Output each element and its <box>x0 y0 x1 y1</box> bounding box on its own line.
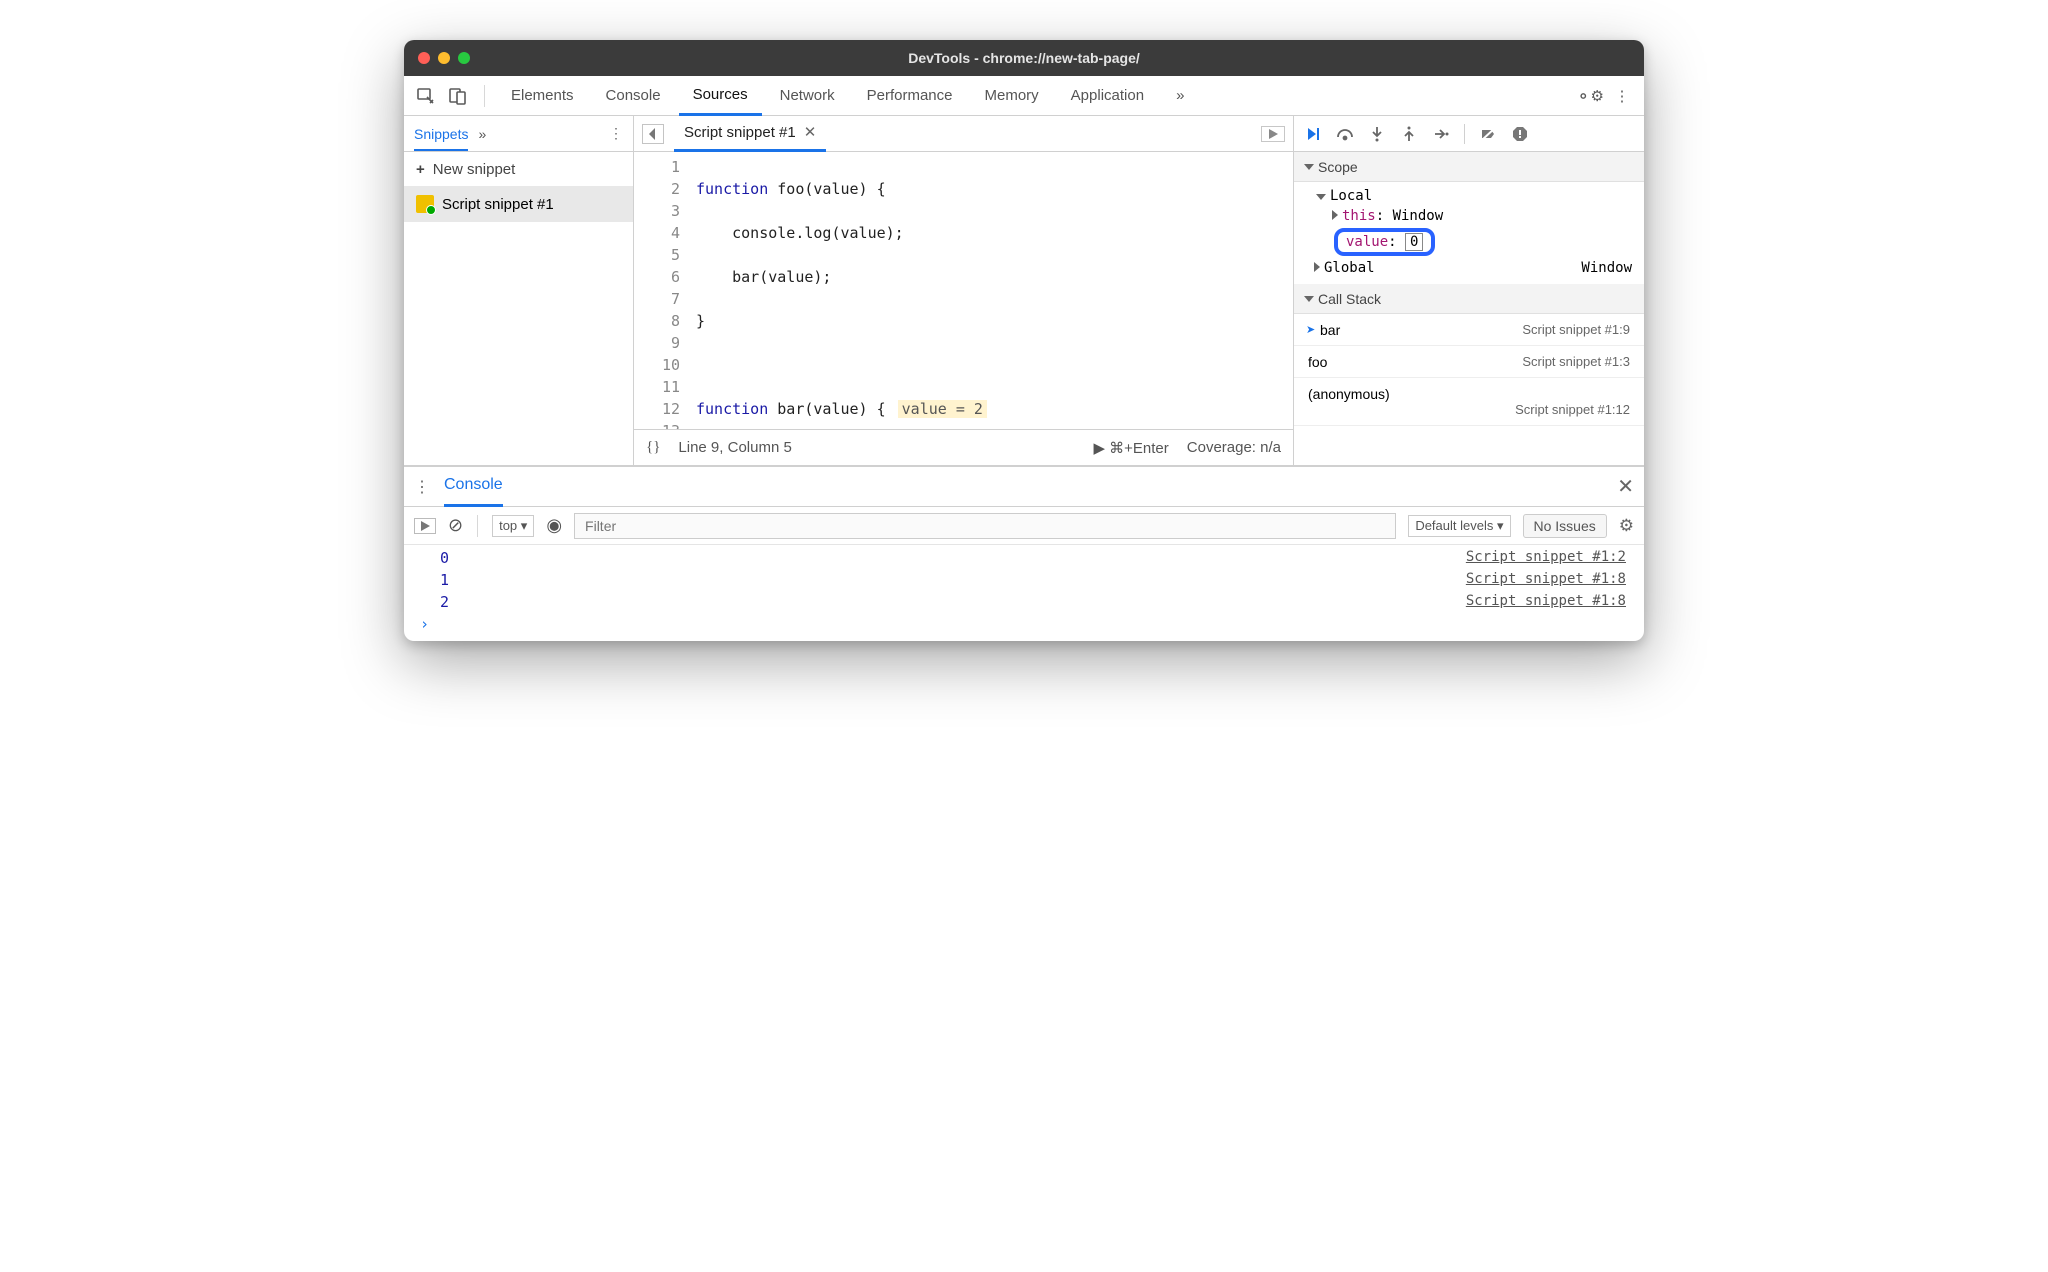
inspect-element-icon[interactable] <box>412 82 440 110</box>
close-window-icon[interactable] <box>418 52 430 64</box>
resume-icon[interactable] <box>1302 123 1324 145</box>
scope-local[interactable]: Local <box>1304 186 1644 206</box>
step-into-icon[interactable] <box>1366 123 1388 145</box>
issues-button[interactable]: No Issues <box>1523 514 1607 538</box>
editor-tab-label: Script snippet #1 <box>684 124 796 141</box>
tab-sources[interactable]: Sources <box>679 76 762 116</box>
live-expression-icon[interactable]: ◉ <box>546 515 562 536</box>
kebab-menu-icon[interactable]: ⋮ <box>1608 82 1636 110</box>
value-input[interactable]: 0 <box>1405 233 1423 251</box>
tab-memory[interactable]: Memory <box>971 76 1053 116</box>
editor-statusbar: {} Line 9, Column 5 ▶ ⌘+Enter Coverage: … <box>634 429 1293 465</box>
console-prompt[interactable]: › <box>404 613 1644 635</box>
log-levels-selector[interactable]: Default levels ▾ <box>1408 515 1510 537</box>
console-toolbar: ⊘ top ▾ ◉ Default levels ▾ No Issues ⚙ <box>404 507 1644 545</box>
new-snippet-label: New snippet <box>433 161 516 178</box>
run-snippet-icon[interactable] <box>1261 126 1285 142</box>
clear-console-icon[interactable]: ⊘ <box>448 515 463 536</box>
tab-performance[interactable]: Performance <box>853 76 967 116</box>
scope-value-row[interactable]: value: 0 <box>1304 226 1644 258</box>
drawer-tab-console[interactable]: Console <box>444 467 503 507</box>
context-selector[interactable]: top ▾ <box>492 515 534 537</box>
scope-body: Local this: Window value: 0 Global Windo… <box>1294 182 1644 284</box>
run-hint: ▶ ⌘+Enter <box>1093 439 1168 457</box>
editor-tab-close-icon[interactable]: ✕ <box>804 123 817 141</box>
minimize-window-icon[interactable] <box>438 52 450 64</box>
step-out-icon[interactable] <box>1398 123 1420 145</box>
navigator-tabs: Snippets » ⋮ <box>404 116 633 152</box>
console-settings-icon[interactable]: ⚙ <box>1619 516 1634 536</box>
pause-exceptions-icon[interactable] <box>1509 123 1531 145</box>
devtools-window: DevTools - chrome://new-tab-page/ Elemen… <box>404 40 1644 641</box>
scope-global[interactable]: Global Window <box>1304 258 1644 280</box>
sources-panels: Snippets » ⋮ + New snippet Script snippe… <box>404 116 1644 466</box>
console-filter-input[interactable] <box>574 513 1396 539</box>
drawer-menu-icon[interactable]: ⋮ <box>414 477 430 497</box>
window-title: DevTools - chrome://new-tab-page/ <box>404 50 1644 66</box>
pretty-print-icon[interactable]: {} <box>646 439 660 456</box>
tab-network[interactable]: Network <box>766 76 849 116</box>
stack-frame[interactable]: bar Script snippet #1:9 <box>1294 314 1644 346</box>
code-editor[interactable]: 12345678910111213 function foo(value) { … <box>634 152 1293 429</box>
scope-head[interactable]: Scope <box>1294 152 1644 182</box>
drawer-tabs: ⋮ Console ✕ <box>404 467 1644 507</box>
main-toolbar: Elements Console Sources Network Perform… <box>404 76 1644 116</box>
device-toggle-icon[interactable] <box>444 82 472 110</box>
snippet-file-icon <box>416 195 434 213</box>
console-sidebar-toggle-icon[interactable] <box>414 518 436 534</box>
navigator-tab-snippets[interactable]: Snippets <box>414 126 468 151</box>
navigator-overflow-icon[interactable]: » <box>478 126 486 142</box>
callstack-head[interactable]: Call Stack <box>1294 284 1644 314</box>
log-source-link[interactable]: Script snippet #1:8 <box>1466 593 1626 611</box>
stack-frame[interactable]: (anonymous) Script snippet #1:12 <box>1294 378 1644 426</box>
line-gutter: 12345678910111213 <box>634 152 690 429</box>
snippet-name: Script snippet #1 <box>442 196 554 213</box>
snippet-list-item[interactable]: Script snippet #1 <box>404 186 633 222</box>
nav-back-icon[interactable] <box>642 124 664 144</box>
editor-tab[interactable]: Script snippet #1 ✕ <box>674 116 826 152</box>
tab-application[interactable]: Application <box>1057 76 1158 116</box>
console-log-row[interactable]: 2 Script snippet #1:8 <box>404 591 1644 613</box>
debugger-toolbar <box>1294 116 1644 152</box>
cursor-position: Line 9, Column 5 <box>678 439 791 456</box>
editor-tabbar: Script snippet #1 ✕ <box>634 116 1293 152</box>
tab-console[interactable]: Console <box>592 76 675 116</box>
coverage-status: Coverage: n/a <box>1187 439 1281 456</box>
code-body[interactable]: function foo(value) { console.log(value)… <box>690 152 1293 429</box>
navigator-pane: Snippets » ⋮ + New snippet Script snippe… <box>404 116 634 465</box>
stack-frame[interactable]: foo Script snippet #1:3 <box>1294 346 1644 378</box>
tabs-overflow-icon[interactable]: » <box>1162 76 1198 116</box>
log-source-link[interactable]: Script snippet #1:8 <box>1466 571 1626 589</box>
new-snippet-button[interactable]: + New snippet <box>404 152 633 186</box>
console-drawer: ⋮ Console ✕ ⊘ top ▾ ◉ Default levels ▾ N… <box>404 466 1644 641</box>
step-over-icon[interactable] <box>1334 123 1356 145</box>
console-output: 0 Script snippet #1:2 1 Script snippet #… <box>404 545 1644 641</box>
step-icon[interactable] <box>1430 123 1452 145</box>
editor-pane: Script snippet #1 ✕ 12345678910111213 fu… <box>634 116 1294 465</box>
log-source-link[interactable]: Script snippet #1:2 <box>1466 549 1626 567</box>
value-edit-highlight[interactable]: value: 0 <box>1334 228 1435 256</box>
console-log-row[interactable]: 1 Script snippet #1:8 <box>404 569 1644 591</box>
inline-value-hint: value = 2 <box>898 400 987 418</box>
zoom-window-icon[interactable] <box>458 52 470 64</box>
traffic-lights <box>404 52 470 64</box>
deactivate-breakpoints-icon[interactable] <box>1477 123 1499 145</box>
titlebar: DevTools - chrome://new-tab-page/ <box>404 40 1644 76</box>
drawer-close-icon[interactable]: ✕ <box>1617 474 1634 499</box>
debugger-pane: Scope Local this: Window value: 0 Global… <box>1294 116 1644 465</box>
tab-elements[interactable]: Elements <box>497 76 588 116</box>
console-log-row[interactable]: 0 Script snippet #1:2 <box>404 547 1644 569</box>
navigator-menu-icon[interactable]: ⋮ <box>609 125 623 142</box>
scope-this[interactable]: this: Window <box>1304 206 1644 226</box>
settings-gear-icon[interactable]: ⚙ <box>1576 82 1604 110</box>
